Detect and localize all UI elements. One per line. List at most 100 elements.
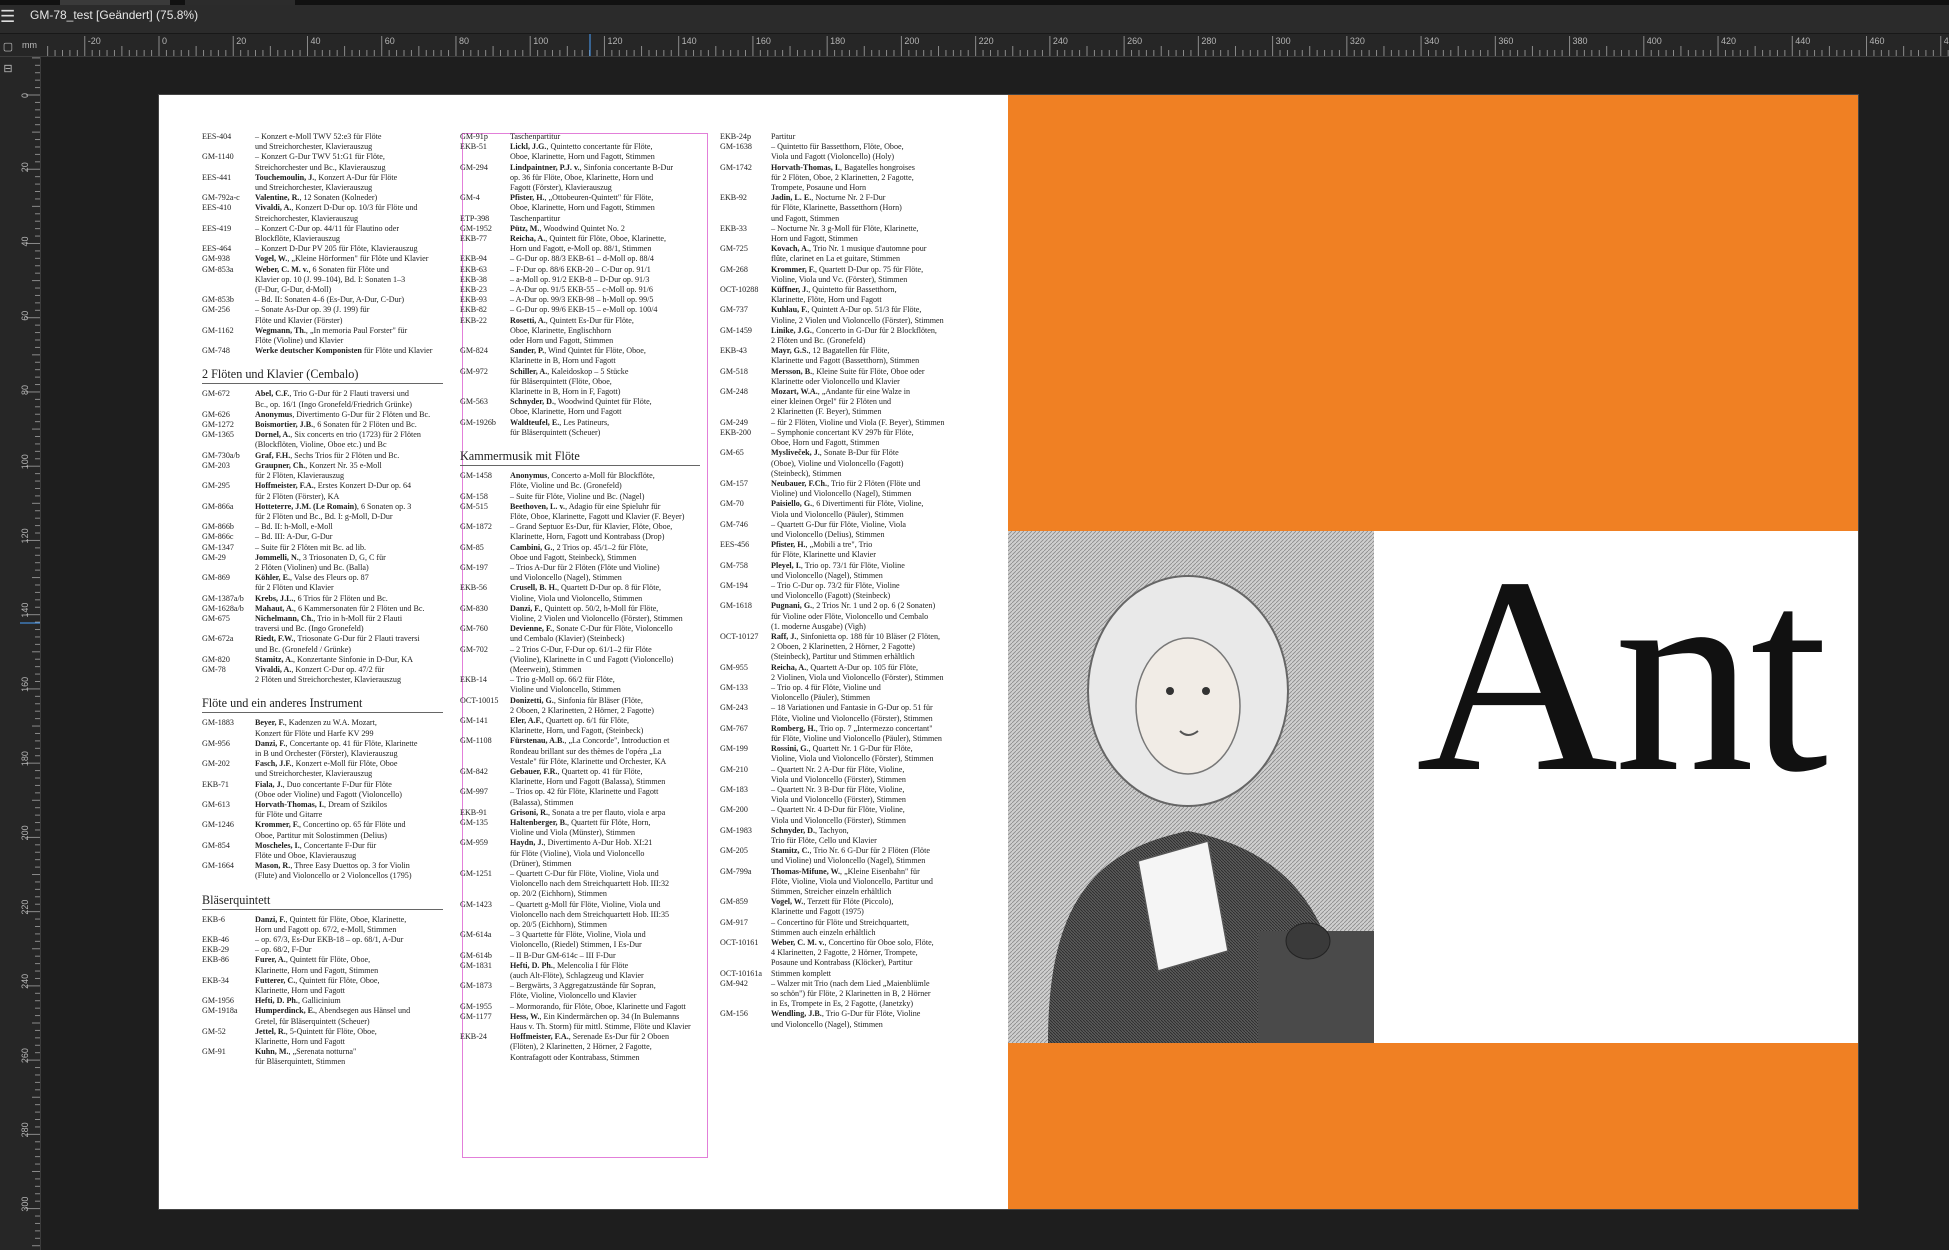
lock-icon[interactable]: ▢ — [1, 40, 15, 54]
catalog-entry: OCT-10127 Raff, J., Sinfonietta op. 188 f… — [720, 632, 970, 663]
catalog-number: OCT-10288 — [720, 285, 759, 295]
work-title: , Woodwind Quintet No. 2 — [539, 223, 625, 233]
catalog-entry: GM-942 – Walzer mit Trio (nach dem Lied „… — [720, 979, 970, 1010]
catalog-description: Fiala, J., Duo concertante F-Dur für Flö… — [255, 780, 443, 800]
catalog-number: GM-256 — [202, 305, 230, 315]
catalog-number: GM-205 — [720, 846, 748, 856]
catalog-description: – Konzert e-Moll TWV 52:e3 für Flöte und… — [255, 132, 443, 152]
catalog-entry: GM-1873 – Bergwärts, 3 Aggregatzustände f… — [460, 981, 700, 1001]
catalog-number: GM-1365 — [202, 430, 234, 440]
ruler-label: 260 — [1127, 36, 1142, 46]
catalog-description: Thomas-Mifune, W., „Kleine Eisenbahn" fü… — [771, 867, 970, 898]
catalog-number: GM-194 — [720, 580, 748, 590]
ruler-label: 160 — [20, 677, 30, 692]
catalog-description: – Quartett Nr. 2 A-Dur für Flöte, Violin… — [771, 765, 970, 785]
catalog-number: GM-1162 — [202, 325, 234, 335]
catalog-entry: GM-1831 Hefti, D. Ph., Melencolia I für F… — [460, 961, 700, 981]
catalog-number: OCT-10127 — [720, 631, 759, 641]
horizontal-ruler[interactable]: -20 0 20 40 60 80 100 120 140 160 180 200 220 240 260 2… — [0, 34, 1949, 57]
catalog-entry: GM-1365 Dornel, A., Six concerts en trio … — [202, 430, 443, 450]
work-title: – Symphonie concertant KV 297b für Flöte… — [771, 427, 914, 448]
work-title: Partitur — [771, 132, 796, 141]
catalog-number: EKB-63 — [460, 264, 487, 274]
catalog-number: EKB-23 — [460, 285, 487, 295]
catalog-description: – Konzert C-Dur op. 44/11 für Flautino o… — [255, 224, 443, 244]
text-column-2[interactable]: GM-91p Taschenpartitur EKB-51 Lickl, J.G., … — [460, 132, 700, 1063]
section-heading: Kammermusik mit Flöte — [460, 449, 700, 467]
catalog-entry: GM-1458 Anonymus, Concerto a-Moll für Blo… — [460, 471, 700, 491]
catalog-entry: GM-194 – Trio C-Dur op. 73/2 für Flöte, V… — [720, 581, 970, 601]
catalog-entry: GM-1140 – Konzert G-Dur TWV 51:G1 für Flö… — [202, 152, 443, 172]
catalog-description: Hoffmeister, F.A., Serenade Es-Dur für 2… — [510, 1032, 700, 1063]
catalog-number: GM-295 — [202, 481, 230, 491]
catalog-description: Linike, J.G., Concerto in G-Dur für 2 Bl… — [771, 326, 970, 346]
composer-name: Vogel, W. — [771, 897, 804, 907]
catalog-number: GM-91p — [460, 132, 488, 141]
composer-name: Mersson, B. — [771, 366, 813, 376]
catalog-number: GM-824 — [460, 346, 488, 356]
composer-name: Danzi, F. — [255, 914, 286, 924]
text-column-1[interactable]: EES-404 – Konzert e-Moll TWV 52:e3 für Fl… — [202, 132, 443, 1068]
catalog-entry: GM-1251 – Quartett C-Dur für Flöte, Violi… — [460, 869, 700, 900]
vivaldi-portrait-image[interactable] — [1008, 531, 1374, 1043]
catalog-entry: EKB-91 Grisoni, R., Sonata a tre per flau… — [460, 808, 700, 818]
vertical-ruler[interactable]: 0 20 40 60 80 100 120 140 160 180 200 220 240 260 280 3… — [0, 57, 41, 1250]
catalog-number: GM-294 — [460, 162, 488, 172]
catalog-description: Waldteufel, E., Les Patineurs, für Bläse… — [510, 418, 700, 438]
catalog-entry: EKB-93 – A-Dur op. 99/3 EKB-98 – h-Moll o… — [460, 295, 700, 305]
catalog-description: Abel, C.F., Trio G-Dur für 2 Flauti trav… — [255, 389, 443, 409]
trash-icon[interactable]: ⊟ — [1, 62, 15, 76]
catalog-description: Dornel, A., Six concerts en trio (1723) … — [255, 430, 443, 450]
catalog-entry: EES-419 – Konzert C-Dur op. 44/11 für Fla… — [202, 224, 443, 244]
composer-name: Schnyder, D. — [510, 397, 555, 407]
work-title: – Konzert C-Dur op. 44/11 für Flautino o… — [255, 223, 400, 244]
composer-name: Horvath-Thomas, I. — [255, 799, 325, 809]
catalog-number: EKB-94 — [460, 254, 487, 264]
text-column-3[interactable]: EKB-24p Partitur GM-1638 – Quintetto für Ba… — [720, 132, 970, 1030]
catalog-number: GM-942 — [720, 978, 748, 988]
ruler-label: 300 — [20, 1197, 30, 1212]
catalog-entry: EES-410 Vivaldi, A., Konzert D-Dur op. 10… — [202, 203, 443, 223]
catalog-number: GM-141 — [460, 715, 488, 725]
composer-name: Graf, F.H. — [255, 450, 291, 460]
catalog-number: GM-157 — [720, 478, 748, 488]
catalog-number: GM-955 — [720, 662, 748, 672]
catalog-number: EKB-91 — [460, 807, 487, 817]
catalog-description: Vivaldi, A., Konzert C-Dur op. 47/2 für … — [255, 665, 443, 685]
composer-name: Beethoven, L. v. — [510, 501, 566, 511]
catalog-number: GM-52 — [202, 1026, 226, 1036]
catalog-number: EKB-29 — [202, 945, 229, 955]
catalog-number: GM-675 — [202, 613, 230, 623]
catalog-number: GM-243 — [720, 703, 748, 713]
catalog-number: EKB-43 — [720, 346, 747, 356]
ruler-unit-label: mm — [22, 40, 37, 50]
catalog-number: GM-1246 — [202, 820, 234, 830]
composer-name: Dornel, A. — [255, 430, 291, 440]
catalog-description: Anonymus, Divertimento G-Dur für 2 Flöte… — [255, 410, 443, 420]
composer-name: Grisoni, R. — [510, 807, 548, 817]
catalog-entry: GM-203 Graupner, Ch., Konzert Nr. 35 e-Mo… — [202, 461, 443, 481]
catalog-number: GM-1459 — [720, 325, 752, 335]
catalog-entry: GM-518 Mersson, B., Kleine Suite für Flöt… — [720, 367, 970, 387]
catalog-description: Futterer, C., Quintett für Flöte, Oboe, … — [255, 976, 443, 996]
composer-name: Krommer, F. — [255, 820, 299, 830]
ruler-label: 140 — [682, 36, 697, 46]
document-spread[interactable]: EES-404 – Konzert e-Moll TWV 52:e3 für Fl… — [158, 94, 1859, 1210]
catalog-entry: EKB-77 Reicha, A., Quintett für Flöte, Ob… — [460, 234, 700, 254]
catalog-entry: EKB-71 Fiala, J., Duo concertante F-Dur f… — [202, 780, 443, 800]
composer-name: Anonymus — [255, 409, 293, 419]
catalog-description: – op. 68/2, F-Dur — [255, 945, 443, 955]
catalog-entry: EKB-51 Lickl, J.G., Quintetto concertante… — [460, 142, 700, 162]
catalog-number: GM-65 — [720, 448, 744, 458]
catalog-description: – Walzer mit Trio (nach dem Lied „Maienb… — [771, 979, 970, 1010]
catalog-number: GM-563 — [460, 397, 488, 407]
chapter-heading-word[interactable]: Ant — [1416, 535, 1828, 815]
catalog-entry: GM-295 Hoffmeister, F.A., Erstes Konzert … — [202, 481, 443, 501]
catalog-entry: EKB-22 Rosetti, A., Quintett Es-Dur für F… — [460, 316, 700, 347]
catalog-number: GM-199 — [720, 744, 748, 754]
catalog-number: GM-1628a/b — [202, 603, 244, 613]
catalog-description: Stimmen komplett — [771, 969, 970, 979]
work-title: – Trio op. 4 für Flöte, Violine und Viol… — [771, 682, 881, 703]
hamburger-menu-icon[interactable]: ☰ — [0, 5, 15, 29]
catalog-description: Romberg, H., Trio op. 7 „Intermezzo conc… — [771, 724, 970, 744]
